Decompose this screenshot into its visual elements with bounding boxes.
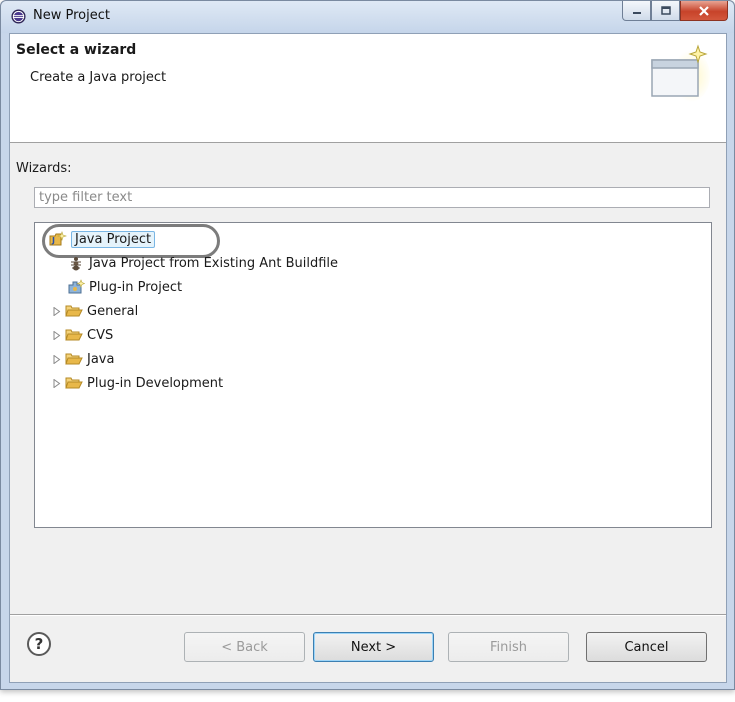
plugin-project-icon	[67, 279, 85, 295]
maximize-icon	[660, 5, 671, 15]
folder-icon	[65, 303, 83, 319]
tree-item-label: CVS	[87, 327, 114, 343]
maximize-button[interactable]	[651, 1, 680, 21]
tree-item-label: Plug-in Development	[87, 375, 224, 391]
tree-item-general[interactable]: General	[49, 300, 138, 322]
wizard-tree[interactable]: J Java Project Java Project from Existin…	[34, 222, 712, 528]
help-icon: ?	[34, 635, 44, 653]
ant-buildfile-icon	[67, 255, 85, 271]
footer-separator	[10, 614, 726, 616]
wizards-label: Wizards:	[16, 161, 72, 176]
next-button[interactable]: Next >	[313, 632, 434, 662]
tree-item-ant-buildfile[interactable]: Java Project from Existing Ant Buildfile	[67, 252, 338, 274]
tree-item-label: Java	[87, 351, 115, 367]
window-title: New Project	[33, 8, 110, 23]
back-button[interactable]: < Back	[184, 632, 305, 662]
tree-item-java-project[interactable]: J Java Project	[49, 228, 156, 250]
close-icon	[699, 5, 709, 16]
wizard-header: Select a wizard Create a Java project	[10, 34, 726, 143]
svg-text:J: J	[51, 236, 55, 245]
tree-item-label: Java Project from Existing Ant Buildfile	[89, 255, 339, 271]
help-button[interactable]: ?	[27, 632, 51, 656]
eclipse-icon	[11, 9, 26, 24]
new-wizard-banner-icon	[651, 44, 710, 102]
expand-arrow-icon[interactable]	[49, 351, 65, 367]
minimize-button[interactable]	[622, 1, 651, 21]
expand-arrow-icon[interactable]	[49, 375, 65, 391]
tree-item-label: General	[87, 303, 139, 319]
minimize-icon	[632, 11, 641, 14]
tree-item-java[interactable]: Java	[49, 348, 114, 370]
header-title: Select a wizard	[16, 42, 137, 58]
cancel-button[interactable]: Cancel	[586, 632, 707, 662]
close-button[interactable]	[680, 1, 728, 21]
tree-item-cvs[interactable]: CVS	[49, 324, 113, 346]
header-description: Create a Java project	[30, 70, 167, 85]
filter-input[interactable]	[34, 187, 710, 208]
tree-item-label: Plug-in Project	[89, 279, 183, 295]
tree-item-plugin-development[interactable]: Plug-in Development	[49, 372, 223, 394]
tree-item-label: Java Project	[71, 230, 156, 248]
java-project-icon: J	[49, 231, 67, 247]
folder-icon	[65, 327, 83, 343]
title-bar[interactable]: New Project	[1, 1, 734, 33]
caption-buttons	[622, 1, 728, 21]
expand-arrow-icon[interactable]	[49, 327, 65, 343]
folder-icon	[65, 351, 83, 367]
folder-icon	[65, 375, 83, 391]
tree-item-plugin-project[interactable]: Plug-in Project	[67, 276, 182, 298]
finish-button[interactable]: Finish	[448, 632, 569, 662]
dialog-window: New Project Select a wizard Create a Jav…	[0, 0, 735, 690]
dialog-client-area: Select a wizard Create a Java project Wi…	[9, 33, 727, 683]
expand-arrow-icon[interactable]	[49, 303, 65, 319]
